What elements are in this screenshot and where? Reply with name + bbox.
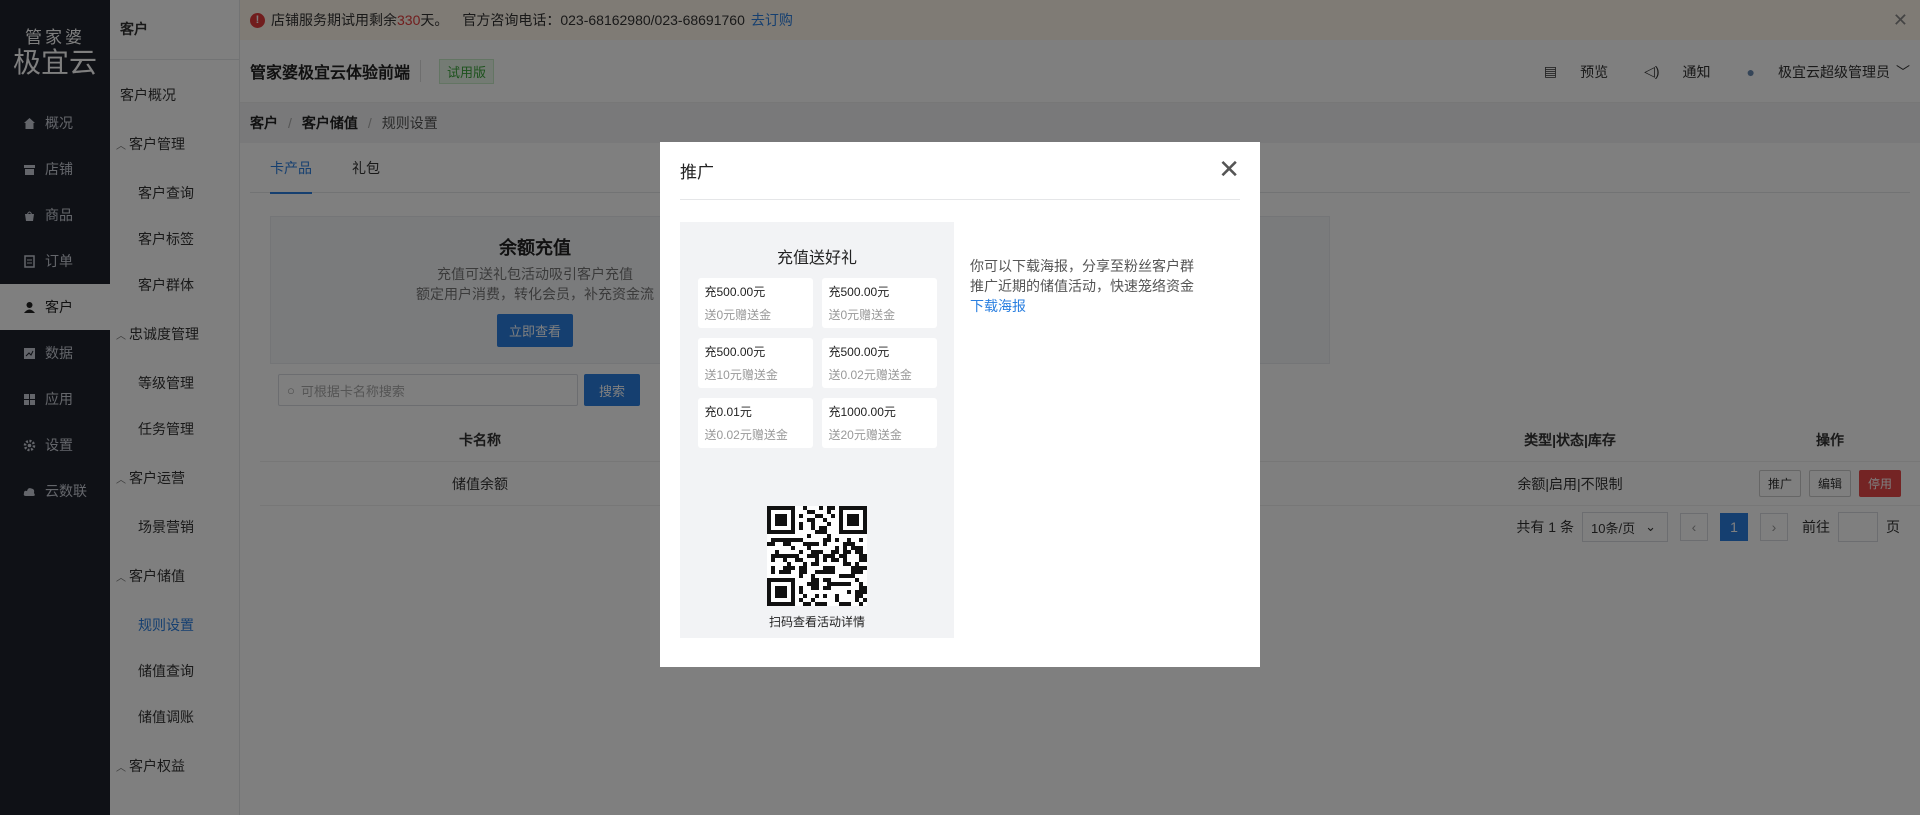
cell-amount: 充500.00元: [704, 285, 766, 299]
cell-amount: 充500.00元: [828, 345, 890, 359]
poster-cell: 充0.01元送0.02元赠送金: [697, 398, 813, 448]
desc-line1: 你可以下载海报，分享至粉丝客户群: [970, 258, 1194, 274]
desc-line2: 推广近期的储值活动，快速笼络资金: [970, 278, 1194, 294]
qr-code-icon: [767, 506, 867, 609]
poster-cell: 充1000.00元 送20元赠送金: [821, 398, 937, 448]
poster-grid: 充500.00元 送0元赠送金 充500.00元 送0元赠送金 充500.00元 送1…: [697, 278, 937, 448]
promote-modal: 推广 ✕ 充值送好礼 充500.00元 送0元赠送金 充500.00元 送0元赠送金…: [660, 142, 1260, 667]
modal-header: 推广 ✕: [680, 142, 1240, 200]
close-icon[interactable]: ✕: [1218, 156, 1240, 182]
download-poster-link[interactable]: 下载海报: [970, 296, 1220, 316]
cell-gift: 送0.02元赠送金: [704, 428, 788, 442]
poster-cell: 充500.00元 送0元赠送金: [697, 278, 813, 328]
cell-gift: 送10元赠送金: [704, 368, 778, 382]
poster-cell: 充500.00元 送10元赠送金: [697, 338, 813, 388]
cell-gift: 送0元赠送金: [704, 308, 772, 322]
poster-cell: 充500.00元 送0元赠送金: [821, 278, 937, 328]
poster-title: 充值送好礼: [776, 250, 857, 267]
cell-amount: 充500.00元: [828, 285, 890, 299]
cell-gift: 送0.02元赠送金: [828, 368, 912, 382]
cell-amount: 充500.00元: [704, 345, 766, 359]
qr-caption: 扫码查看活动详情: [768, 615, 865, 629]
cell-amount: 充1000.00元: [828, 405, 896, 419]
promote-description: 你可以下载海报，分享至粉丝客户群 推广近期的储值活动，快速笼络资金 下载海报: [970, 256, 1220, 316]
poster-cell: 充500.00元送0.02元赠送金: [821, 338, 937, 388]
modal-title: 推广: [680, 163, 714, 182]
cell-gift: 送20元赠送金: [828, 428, 902, 442]
cell-gift: 送0元赠送金: [828, 308, 896, 322]
cell-amount: 充0.01元: [704, 405, 752, 419]
poster-preview: 充值送好礼 充500.00元 送0元赠送金 充500.00元 送0元赠送金 充500…: [680, 222, 954, 638]
